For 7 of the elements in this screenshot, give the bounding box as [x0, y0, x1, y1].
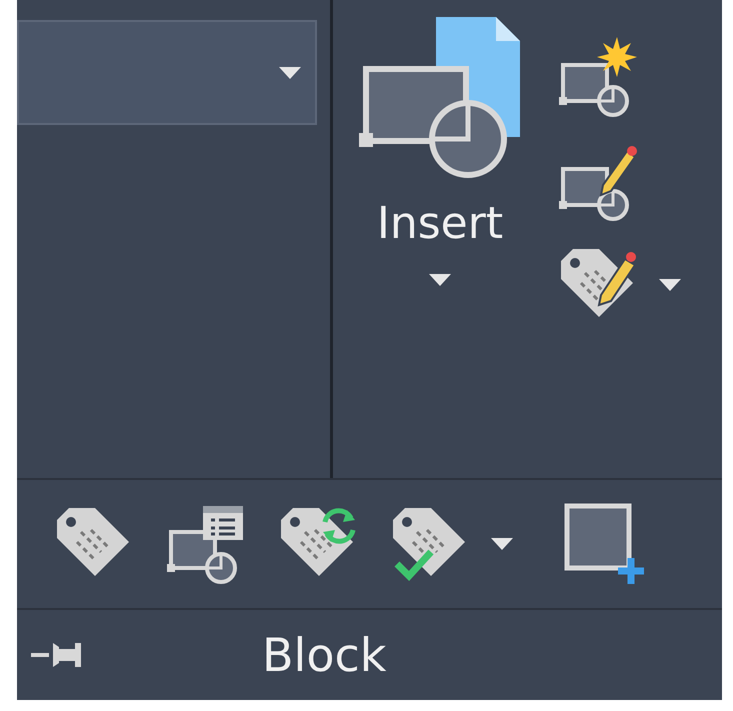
caret-icon: [491, 538, 513, 550]
insert-block-icon: [358, 15, 522, 180]
insert-button[interactable]: Insert: [355, 15, 525, 315]
panel-title: Block: [262, 626, 386, 684]
caret-icon: [659, 279, 681, 291]
caret-icon: [429, 274, 451, 286]
caret-icon: [279, 66, 301, 78]
